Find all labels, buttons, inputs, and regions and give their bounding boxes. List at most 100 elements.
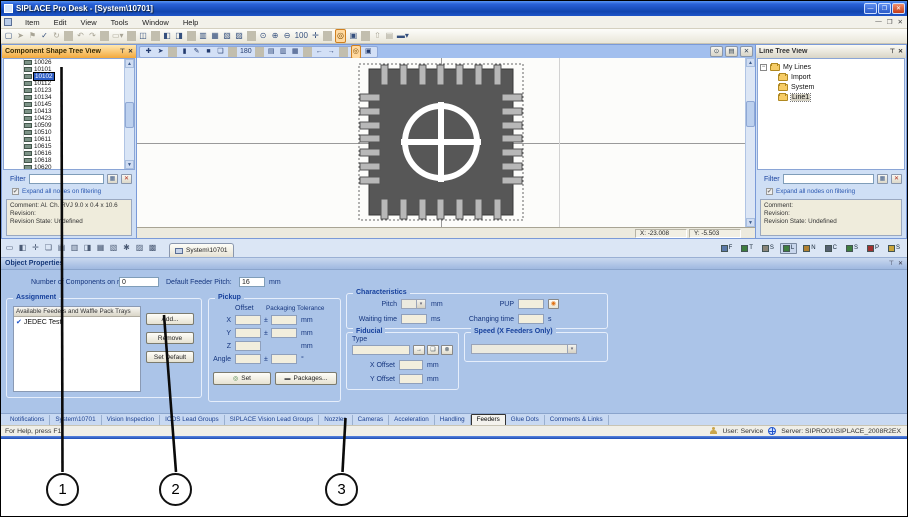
frame-icon[interactable]: ▣	[349, 30, 358, 42]
print-button[interactable]: ▤	[725, 46, 738, 57]
assign-fiducial-button[interactable]: →	[413, 345, 425, 355]
zoom-100-icon[interactable]: 100	[295, 30, 308, 42]
package-icon[interactable]: ◨	[83, 242, 92, 254]
pitch-dropdown[interactable]: ▾	[401, 299, 426, 309]
filter-apply-button[interactable]: ▦	[877, 174, 888, 184]
pin-icon[interactable]: ⊤	[120, 48, 125, 55]
property-tab[interactable]: Notifications	[5, 415, 50, 425]
import-icon[interactable]: ◧	[163, 30, 172, 42]
feeder-list[interactable]: Available Feeders and Waffle Pack Trays …	[13, 306, 141, 392]
center-target-icon[interactable]: ◎	[335, 29, 346, 43]
scroll-thumb[interactable]	[125, 102, 134, 128]
tolerance-input[interactable]	[271, 315, 297, 325]
forward-icon[interactable]: ➤	[16, 30, 25, 42]
property-tab[interactable]: SIPLACE Vision Lead Groups	[225, 415, 320, 425]
separator[interactable]	[361, 31, 370, 41]
offset-input[interactable]	[235, 315, 261, 325]
shape-tree-item[interactable]: 10615	[10, 143, 124, 150]
separator[interactable]	[228, 47, 237, 57]
station-icon-3[interactable]: ▧	[223, 30, 232, 42]
fill-icon[interactable]: ▮	[180, 46, 189, 58]
shape-tree-item[interactable]: 10112	[10, 80, 124, 87]
close-icon[interactable]: ✕	[898, 48, 903, 55]
upload-icon[interactable]: ⇧	[373, 30, 382, 42]
filter-clear-button[interactable]: ✕	[121, 174, 132, 184]
mdi-close-button[interactable]: ✕	[898, 18, 903, 26]
tolerance-input[interactable]	[271, 354, 297, 364]
workspace-tab[interactable]: System\10701	[169, 243, 234, 257]
export-icon[interactable]: ◨	[175, 30, 184, 42]
property-tab[interactable]: Glue Dots	[506, 415, 545, 425]
shape-tree-item[interactable]: 10145	[10, 101, 124, 108]
select-arrow-icon[interactable]: ➤	[156, 46, 165, 58]
shape-tree-item[interactable]: 10102	[10, 73, 124, 80]
close-icon[interactable]: ✕	[898, 260, 903, 267]
filter-input[interactable]	[29, 174, 104, 184]
report-icon[interactable]: ▤	[385, 30, 394, 42]
station-icon-2[interactable]: ▦	[211, 30, 220, 42]
refresh-icon[interactable]: ↻	[52, 30, 61, 42]
monitor-icon[interactable]: ▭	[5, 242, 14, 254]
printer-icon[interactable]: ▥	[70, 242, 79, 254]
packages-button[interactable]: ▬ Packages...	[275, 372, 337, 385]
view-c-button[interactable]: C	[822, 243, 840, 254]
offset-input[interactable]	[235, 341, 261, 351]
menu-item[interactable]: View	[74, 18, 104, 27]
next-icon[interactable]: →	[327, 46, 336, 58]
menu-item[interactable]: Tools	[104, 18, 136, 27]
page-icon[interactable]: ❏	[216, 46, 225, 58]
close-view-button[interactable]: ✕	[740, 46, 753, 57]
delete-icon[interactable]: ■	[204, 46, 213, 58]
clear-fiducial-button[interactable]: ⊗	[441, 345, 453, 355]
filter-input[interactable]	[783, 174, 874, 184]
separator[interactable]	[100, 31, 109, 41]
tolerance-input[interactable]	[271, 328, 297, 338]
menu-item[interactable]: Edit	[47, 18, 74, 27]
offset-input[interactable]	[235, 328, 261, 338]
shape-tree-item[interactable]: 10134	[10, 94, 124, 101]
line-tree-root[interactable]: − My Lines	[760, 62, 902, 72]
menu-item[interactable]: Item	[18, 18, 47, 27]
component-view-icon[interactable]: ▣	[364, 46, 373, 58]
property-tab[interactable]: System\10701	[50, 415, 101, 425]
menu-item[interactable]: Window	[135, 18, 176, 27]
line-tree-item[interactable]: Line1	[778, 92, 902, 102]
set-button[interactable]: ◎ Set	[213, 372, 271, 385]
view-s2-button[interactable]: S	[843, 243, 861, 254]
reel-count-input[interactable]	[119, 277, 159, 287]
property-tab[interactable]: Cameras	[353, 415, 390, 425]
shape-tree-item[interactable]: 10611	[10, 136, 124, 143]
prev-icon[interactable]: ←	[315, 46, 324, 58]
changing-time-input[interactable]	[518, 314, 544, 324]
scroll-up-icon[interactable]: ▲	[746, 58, 755, 67]
grid-icon[interactable]: ▩	[148, 242, 157, 254]
pup-button[interactable]: ◉	[548, 299, 559, 309]
waiting-time-input[interactable]	[401, 314, 427, 324]
table-icon[interactable]: ▨	[135, 242, 144, 254]
separator[interactable]	[151, 31, 160, 41]
draw-icon[interactable]: ✎	[192, 46, 201, 58]
shape-tree-item[interactable]: 10616	[10, 150, 124, 157]
expand-checkbox[interactable]: ✔	[12, 188, 19, 195]
move-icon[interactable]: ✛	[31, 242, 40, 254]
feeder-list-item[interactable]: ✔ JEDEC Test	[14, 317, 140, 327]
property-tab[interactable]: Vision Inspection	[102, 415, 161, 425]
center-component-icon[interactable]: ◎	[351, 45, 361, 59]
separator[interactable]	[64, 31, 73, 41]
line-tree-item[interactable]: System	[778, 82, 902, 92]
zoom-out-icon[interactable]: ⊖	[283, 30, 292, 42]
close-icon[interactable]: ✕	[128, 48, 133, 55]
flag-icon[interactable]: ⚑	[28, 30, 37, 42]
separator[interactable]	[255, 47, 264, 57]
view-f-button[interactable]: F	[718, 243, 736, 254]
clipboard-icon[interactable]: ❏	[44, 242, 53, 254]
scroll-thumb[interactable]	[746, 101, 755, 127]
separator[interactable]	[187, 31, 196, 41]
property-tab[interactable]: Feeders	[471, 414, 506, 426]
view-l-button[interactable]: L	[780, 243, 797, 254]
panel-icon[interactable]: ◧	[18, 242, 27, 254]
separator[interactable]	[127, 31, 136, 41]
zoom-in-icon[interactable]: ⊕	[271, 30, 280, 42]
separator[interactable]	[303, 47, 312, 57]
property-tab[interactable]: ICOS Lead Groups	[160, 415, 225, 425]
